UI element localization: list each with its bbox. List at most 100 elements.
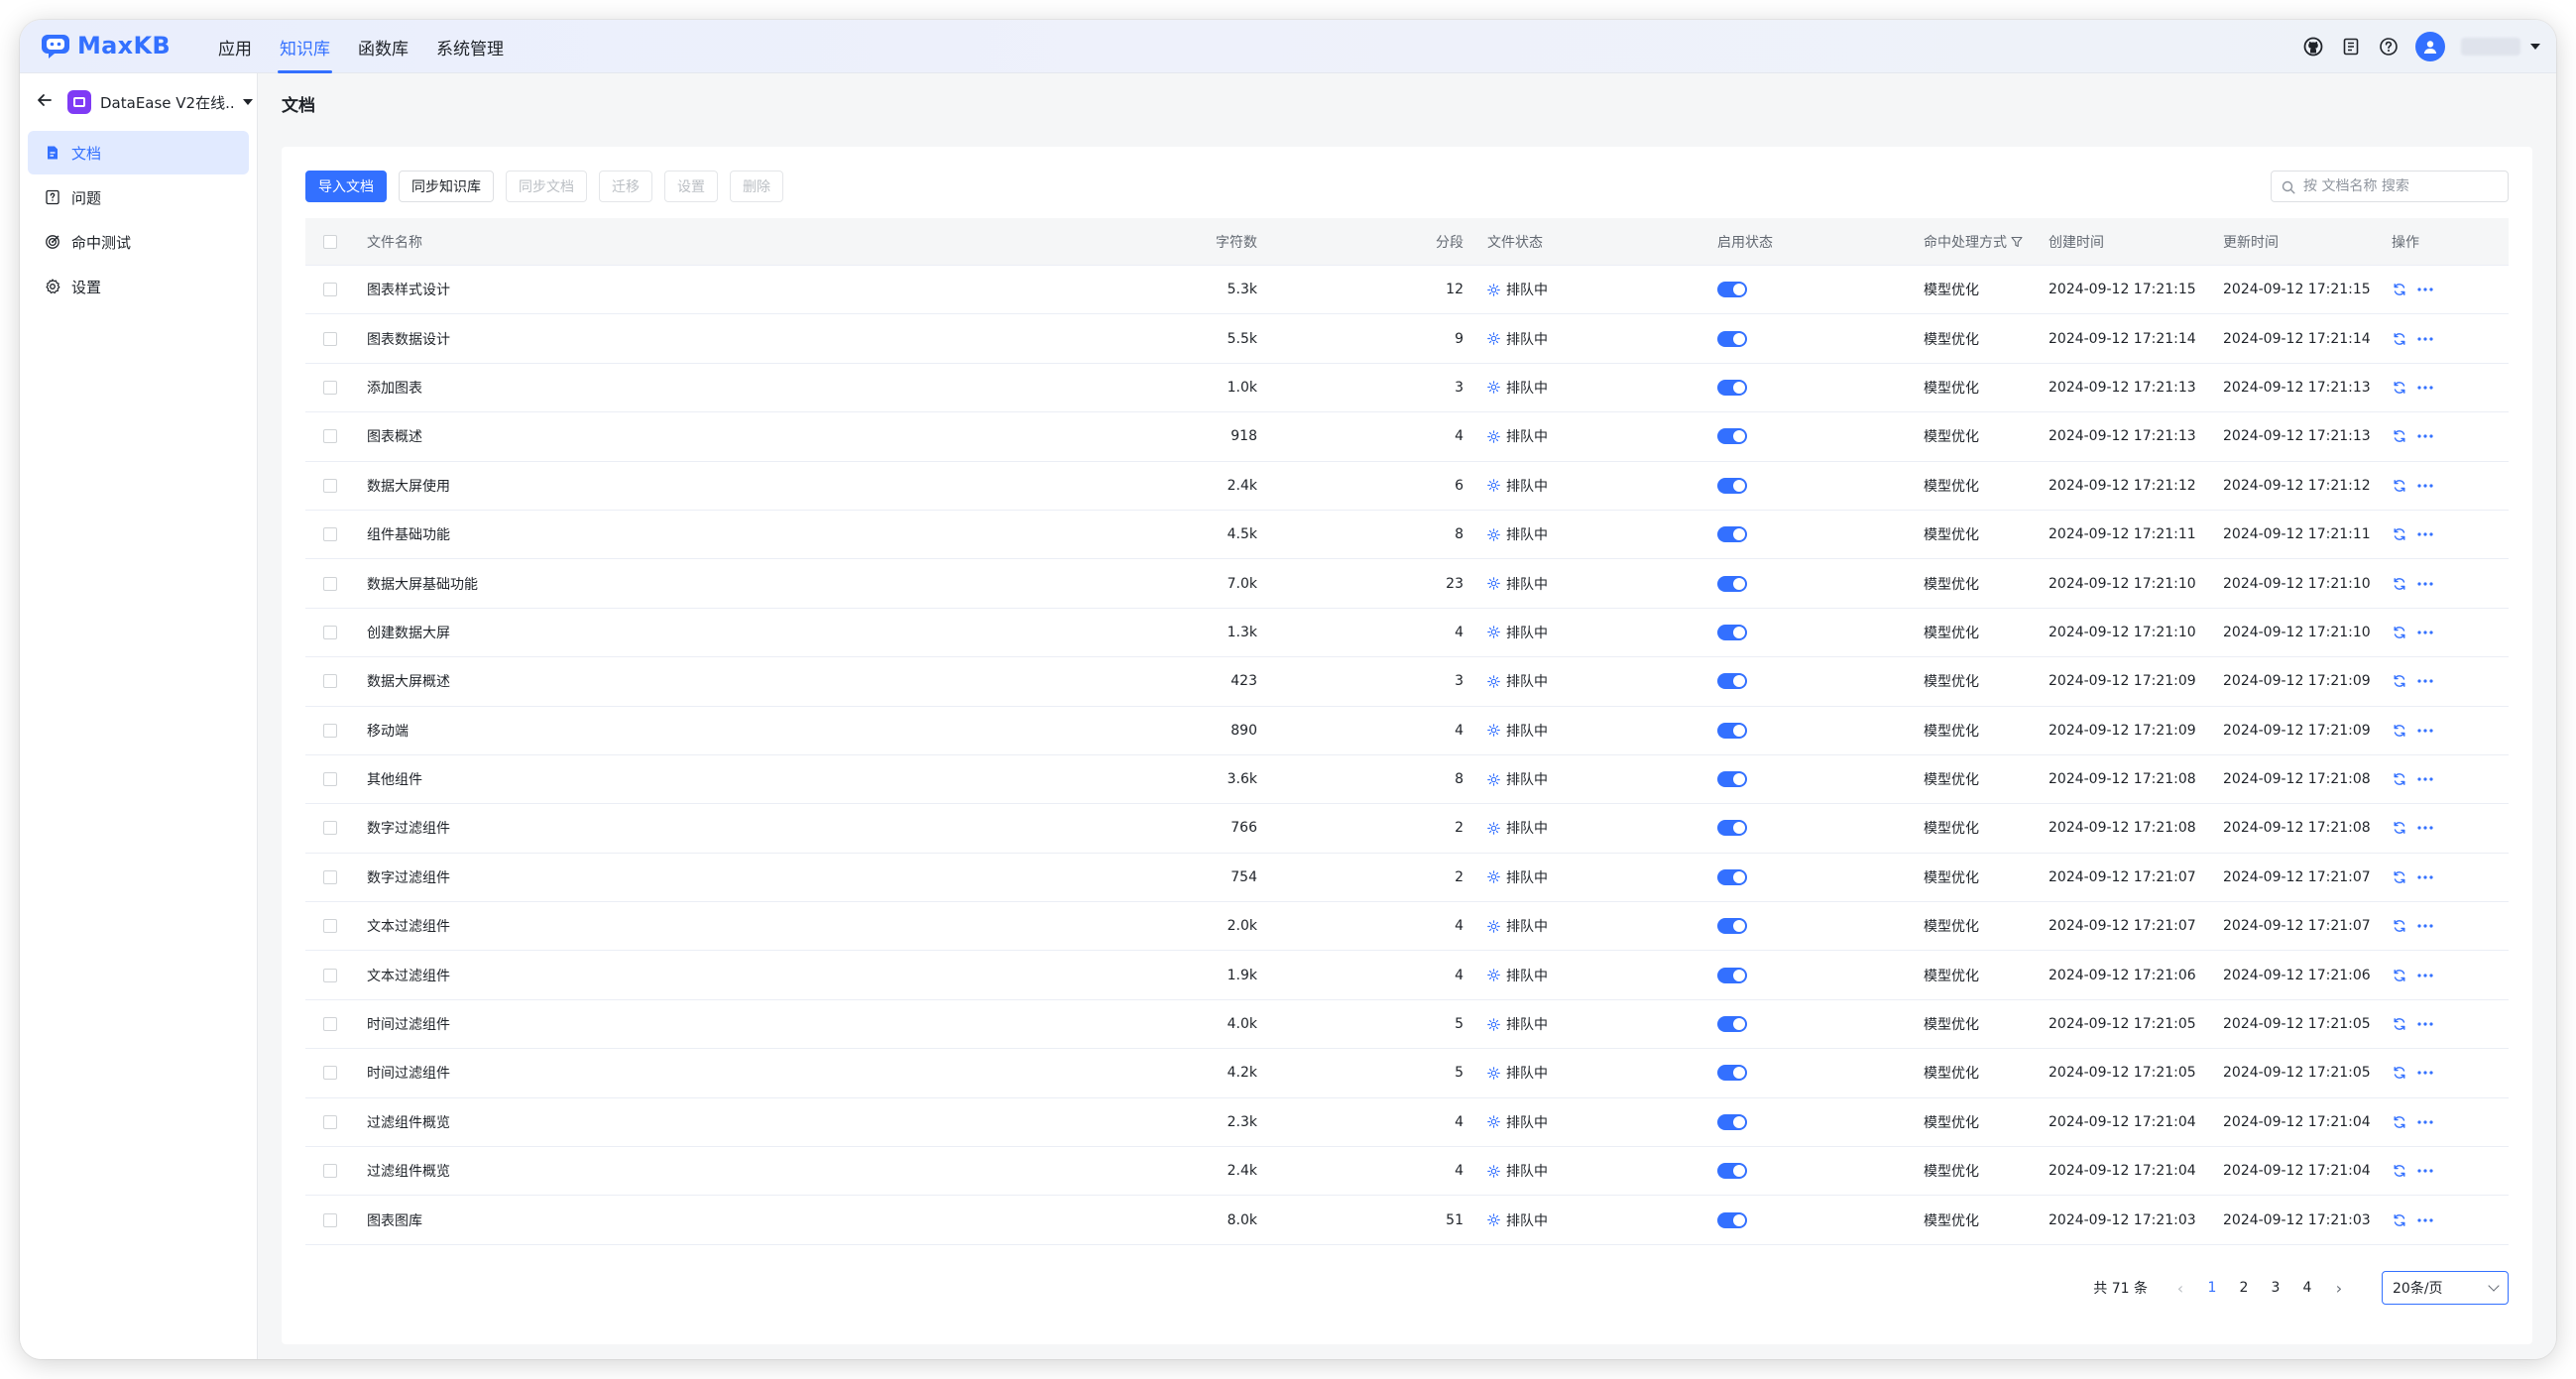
document-name[interactable]: 图表样式设计 [355,280,1178,299]
enable-toggle[interactable] [1717,967,1747,983]
enable-toggle[interactable] [1717,477,1747,494]
next-page-icon[interactable]: › [2328,1279,2350,1298]
document-name[interactable]: 图表概述 [355,426,1178,446]
document-name[interactable]: 过滤组件概览 [355,1112,1178,1132]
sidebar-item-documents[interactable]: 文档 [28,131,249,174]
more-icon[interactable] [2417,1212,2433,1228]
settings-button[interactable]: 设置 [664,171,718,202]
document-name[interactable]: 文本过滤组件 [355,916,1178,936]
migrate-button[interactable]: 迁移 [599,171,652,202]
more-icon[interactable] [2417,625,2433,640]
table-row[interactable]: 添加图表 1.0k 3 排队中 模型优化 2024-09-12 17:21:13 2024-… [305,364,2509,413]
refresh-icon[interactable] [2392,1114,2407,1130]
row-checkbox[interactable] [323,1066,337,1081]
document-name[interactable]: 数据大屏基础功能 [355,574,1178,594]
nav-item-functions[interactable]: 函数库 [344,20,422,73]
more-icon[interactable] [2417,918,2433,934]
document-name[interactable]: 数据大屏使用 [355,476,1178,496]
refresh-icon[interactable] [2392,478,2407,494]
enable-toggle[interactable] [1717,575,1747,592]
sidebar-item-questions[interactable]: 问题 [28,175,249,219]
page-4[interactable]: 4 [2296,1280,2318,1296]
table-row[interactable]: 图表概述 918 4 排队中 模型优化 2024-09-12 17:21:13 2024-0… [305,412,2509,462]
row-checkbox[interactable] [323,429,337,444]
row-checkbox[interactable] [323,1212,337,1227]
refresh-icon[interactable] [2392,1212,2407,1228]
select-all-checkbox[interactable] [323,234,337,249]
sidebar-item-settings[interactable]: 设置 [28,265,249,308]
row-checkbox[interactable] [323,674,337,689]
more-icon[interactable] [2417,576,2433,592]
table-row[interactable]: 数字过滤组件 766 2 排队中 模型优化 2024-09-12 17:21:08 2024… [305,804,2509,854]
enable-toggle[interactable] [1717,918,1747,935]
table-row[interactable]: 时间过滤组件 4.0k 5 排队中 模型优化 2024-09-12 17:21:05 202… [305,1000,2509,1050]
refresh-icon[interactable] [2392,723,2407,739]
more-icon[interactable] [2417,478,2433,494]
row-checkbox[interactable] [323,869,337,884]
document-name[interactable]: 移动端 [355,721,1178,741]
more-icon[interactable] [2417,380,2433,396]
enable-toggle[interactable] [1717,820,1747,837]
arrow-left-icon[interactable] [36,90,59,114]
table-row[interactable]: 过滤组件概览 2.4k 4 排队中 模型优化 2024-09-12 17:21:04 202… [305,1147,2509,1197]
table-row[interactable]: 文本过滤组件 2.0k 4 排队中 模型优化 2024-09-12 17:21:07 202… [305,902,2509,952]
knowledge-base-selector[interactable]: DataEase V2在线... [20,73,257,131]
table-row[interactable]: 文本过滤组件 1.9k 4 排队中 模型优化 2024-09-12 17:21:06 202… [305,951,2509,1000]
document-name[interactable]: 时间过滤组件 [355,1014,1178,1034]
table-row[interactable]: 数据大屏基础功能 7.0k 23 排队中 模型优化 2024-09-12 17:21:10… [305,559,2509,609]
row-checkbox[interactable] [323,380,337,395]
logo[interactable]: MaxKB [40,30,171,61]
enable-toggle[interactable] [1717,673,1747,690]
document-name[interactable]: 数据大屏概述 [355,671,1178,691]
table-row[interactable]: 数据大屏使用 2.4k 6 排队中 模型优化 2024-09-12 17:21:12 202… [305,462,2509,511]
table-row[interactable]: 过滤组件概览 2.3k 4 排队中 模型优化 2024-09-12 17:21:04 202… [305,1098,2509,1148]
nav-item-app[interactable]: 应用 [204,20,266,73]
refresh-icon[interactable] [2392,1065,2407,1081]
enable-toggle[interactable] [1717,526,1747,543]
document-name[interactable]: 组件基础功能 [355,524,1178,544]
document-name[interactable]: 其他组件 [355,769,1178,789]
enable-toggle[interactable] [1717,330,1747,347]
row-checkbox[interactable] [323,968,337,982]
refresh-icon[interactable] [2392,331,2407,347]
refresh-icon[interactable] [2392,282,2407,297]
filter-icon[interactable] [2011,236,2023,248]
row-checkbox[interactable] [323,576,337,591]
page-size-select[interactable]: 20条/页 [2382,1271,2509,1305]
user-avatar[interactable] [2415,32,2445,61]
table-row[interactable]: 图表样式设计 5.3k 12 排队中 模型优化 2024-09-12 17:21:15 20… [305,266,2509,315]
row-checkbox[interactable] [323,527,337,542]
more-icon[interactable] [2417,673,2433,689]
table-row[interactable]: 创建数据大屏 1.3k 4 排队中 模型优化 2024-09-12 17:21:10 202… [305,609,2509,658]
refresh-icon[interactable] [2392,673,2407,689]
document-name[interactable]: 添加图表 [355,378,1178,398]
enable-toggle[interactable] [1717,868,1747,885]
row-checkbox[interactable] [323,919,337,934]
nav-item-system[interactable]: 系统管理 [422,20,518,73]
document-name[interactable]: 过滤组件概览 [355,1161,1178,1181]
sidebar-item-hit-test[interactable]: 命中测试 [28,220,249,264]
more-icon[interactable] [2417,968,2433,983]
document-name[interactable]: 图表数据设计 [355,329,1178,349]
refresh-icon[interactable] [2392,820,2407,836]
row-checkbox[interactable] [323,331,337,346]
page-3[interactable]: 3 [2265,1280,2286,1296]
table-row[interactable]: 数字过滤组件 754 2 排队中 模型优化 2024-09-12 17:21:07 2024… [305,854,2509,903]
table-row[interactable]: 组件基础功能 4.5k 8 排队中 模型优化 2024-09-12 17:21:11 202… [305,511,2509,560]
username-redacted[interactable] [2461,38,2520,56]
document-name[interactable]: 图表图库 [355,1210,1178,1230]
table-row[interactable]: 数据大屏概述 423 3 排队中 模型优化 2024-09-12 17:21:09 2024… [305,657,2509,707]
more-icon[interactable] [2417,526,2433,542]
help-icon[interactable] [2378,36,2400,57]
refresh-icon[interactable] [2392,526,2407,542]
sync-document-button[interactable]: 同步文档 [506,171,587,202]
enable-toggle[interactable] [1717,1065,1747,1082]
refresh-icon[interactable] [2392,771,2407,787]
row-checkbox[interactable] [323,625,337,639]
document-name[interactable]: 数字过滤组件 [355,818,1178,838]
enable-toggle[interactable] [1717,428,1747,445]
refresh-icon[interactable] [2392,869,2407,885]
more-icon[interactable] [2417,1163,2433,1179]
page-1[interactable]: 1 [2201,1280,2223,1296]
document-name[interactable]: 时间过滤组件 [355,1063,1178,1083]
